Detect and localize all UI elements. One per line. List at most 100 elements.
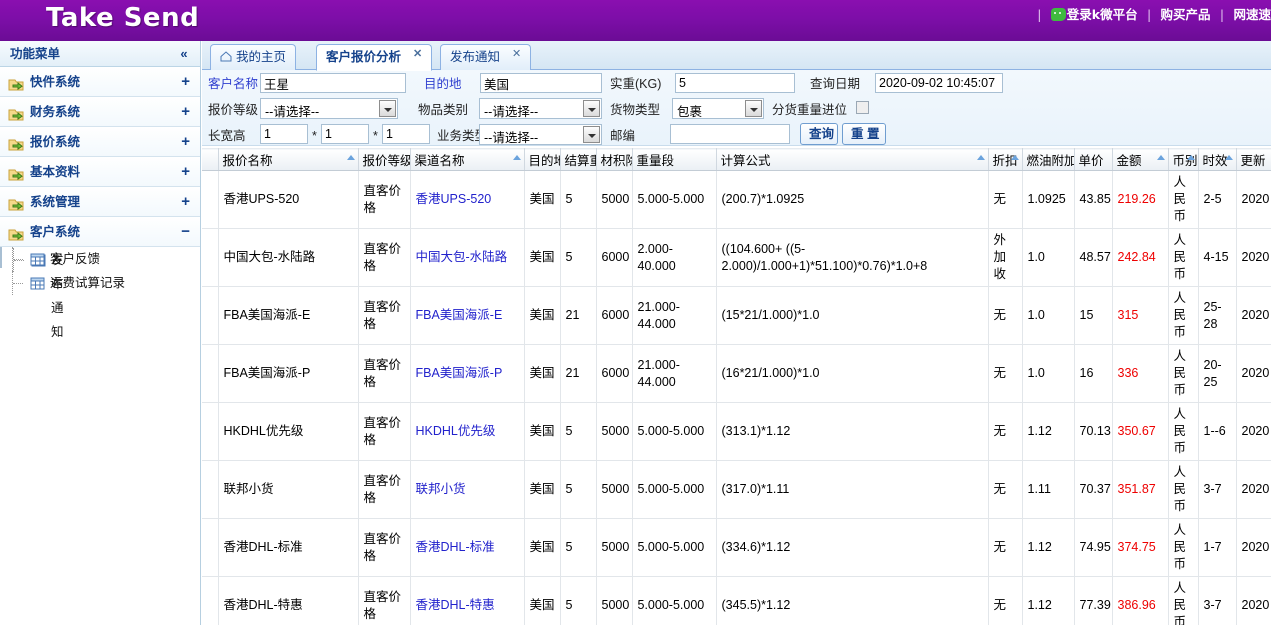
tab-close-icon[interactable]: ✕ bbox=[512, 48, 521, 60]
length-input[interactable] bbox=[260, 124, 308, 144]
cargo-type-select[interactable]: 包裹 bbox=[672, 98, 764, 119]
header-link-buy-product[interactable]: 购买产品 bbox=[1161, 7, 1211, 22]
sidebar-subitem-label: 运费试算记录 bbox=[50, 271, 125, 295]
tab-publish-notice[interactable]: 发布通知 ✕ bbox=[440, 44, 531, 70]
width-input[interactable] bbox=[321, 124, 369, 144]
cell-channel[interactable]: 联邦小货 bbox=[410, 461, 524, 519]
header-link-network-speed[interactable]: 网速速 bbox=[1233, 7, 1271, 22]
destination-input[interactable] bbox=[480, 73, 602, 93]
query-date-input[interactable] bbox=[875, 73, 1003, 93]
table-row[interactable]: HKDHL优先级直客价格HKDHL优先级美国550005.000-5.000(3… bbox=[202, 403, 1271, 461]
sort-asc-icon[interactable] bbox=[513, 155, 521, 160]
col-header-discount[interactable]: 折扣 bbox=[988, 149, 1022, 171]
split-weight-roundup-checkbox[interactable] bbox=[856, 101, 869, 114]
sidebar-item-express-system[interactable]: 快件系统 + bbox=[0, 67, 200, 97]
col-header-weight-range[interactable]: 重量段 bbox=[632, 149, 716, 171]
sidebar-expand-toggle[interactable]: + bbox=[181, 67, 190, 97]
chevron-down-icon[interactable] bbox=[379, 100, 396, 117]
col-header-volumetric-divisor[interactable]: 材积除 bbox=[596, 149, 632, 171]
sidebar-expand-toggle[interactable]: + bbox=[181, 157, 190, 187]
sidebar-collapse-icon[interactable]: « bbox=[176, 41, 192, 67]
sidebar-expand-toggle[interactable]: + bbox=[181, 187, 190, 217]
cell-channel[interactable]: 香港DHL-特惠 bbox=[410, 577, 524, 625]
actual-weight-input[interactable] bbox=[675, 73, 795, 93]
sidebar-subitem-freight-trial-records[interactable]: 运费试算记录 bbox=[0, 271, 200, 295]
table-row[interactable]: 中国大包-水陆路直客价格中国大包-水陆路美国560002.000-40.000(… bbox=[202, 229, 1271, 287]
sidebar-item-quotation-system[interactable]: 报价系统 + bbox=[0, 127, 200, 157]
cell-volume: 6000 bbox=[596, 345, 632, 403]
col-header-channel-name[interactable]: 渠道名称 bbox=[410, 149, 524, 171]
table-row[interactable]: FBA美国海派-P直客价格FBA美国海派-P美国21600021.000-44.… bbox=[202, 345, 1271, 403]
chevron-down-icon[interactable] bbox=[583, 126, 600, 143]
tab-label: 发布通知 bbox=[450, 50, 500, 64]
col-header-formula[interactable]: 计算公式 bbox=[716, 149, 988, 171]
cell-eta: 3-7 bbox=[1198, 577, 1236, 625]
col-header-quote-name[interactable]: 报价名称 bbox=[218, 149, 358, 171]
sidebar-collapse-toggle[interactable]: − bbox=[181, 217, 190, 247]
tab-close-icon[interactable]: ✕ bbox=[413, 48, 422, 60]
cell-channel[interactable]: 中国大包-水陆路 bbox=[410, 229, 524, 287]
table-row[interactable]: FBA美国海派-E直客价格FBA美国海派-E美国21600021.000-44.… bbox=[202, 287, 1271, 345]
sort-asc-icon[interactable] bbox=[1157, 155, 1165, 160]
reset-button[interactable]: 重 置 bbox=[842, 123, 886, 145]
sidebar-item-finance-system[interactable]: 财务系统 + bbox=[0, 97, 200, 127]
header-link-wechat-login[interactable]: 登录k微平台 bbox=[1067, 7, 1138, 22]
cell-channel[interactable]: HKDHL优先级 bbox=[410, 403, 524, 461]
sidebar-item-system-management[interactable]: 系统管理 + bbox=[0, 187, 200, 217]
sort-asc-icon[interactable] bbox=[1225, 155, 1233, 160]
col-header-eta[interactable]: 时效 bbox=[1198, 149, 1236, 171]
cell-updated: 2020 bbox=[1236, 287, 1271, 345]
chevron-down-icon[interactable] bbox=[745, 100, 762, 117]
cell-discount: 无 bbox=[988, 403, 1022, 461]
sidebar-subitem-customer-feedback[interactable]: 客户反馈 bbox=[0, 247, 200, 271]
folder-arrow-icon bbox=[8, 74, 24, 90]
cell-volume: 5000 bbox=[596, 577, 632, 625]
sidebar-expand-toggle[interactable]: + bbox=[181, 97, 190, 127]
col-header-updated[interactable]: 更新 bbox=[1236, 149, 1271, 171]
col-label: 计算公式 bbox=[721, 154, 771, 168]
table-row[interactable]: 香港UPS-520直客价格香港UPS-520美国550005.000-5.000… bbox=[202, 171, 1271, 229]
col-header-fuel-surcharge[interactable]: 燃油附加 bbox=[1022, 149, 1074, 171]
col-header-amount[interactable]: 金额 bbox=[1112, 149, 1168, 171]
cell-channel[interactable]: FBA美国海派-P bbox=[410, 345, 524, 403]
height-input[interactable] bbox=[382, 124, 430, 144]
col-header-settle-weight[interactable]: 结算重 bbox=[560, 149, 596, 171]
col-header-unit-price[interactable]: 单价 bbox=[1074, 149, 1112, 171]
table-row[interactable]: 香港DHL-特惠直客价格香港DHL-特惠美国550005.000-5.000(3… bbox=[202, 577, 1271, 625]
sort-asc-icon[interactable] bbox=[1187, 155, 1195, 160]
sidebar-item-customer-system[interactable]: 客户系统 − bbox=[0, 217, 200, 247]
cell-channel[interactable]: FBA美国海派-E bbox=[410, 287, 524, 345]
sidebar-item-basic-data[interactable]: 基本资料 + bbox=[0, 157, 200, 187]
sort-asc-icon[interactable] bbox=[977, 155, 985, 160]
folder-arrow-icon bbox=[8, 134, 24, 150]
col-header-destination[interactable]: 目的地 bbox=[524, 149, 560, 171]
cell-formula: (313.1)*1.12 bbox=[716, 403, 988, 461]
tab-customer-quote-analysis[interactable]: 客户报价分析✕ bbox=[316, 44, 432, 71]
table-icon bbox=[30, 275, 45, 290]
sidebar-item-label: 报价系统 bbox=[30, 127, 80, 157]
chevron-down-icon[interactable] bbox=[583, 100, 600, 117]
table-row[interactable]: 香港DHL-标准直客价格香港DHL-标准美国550005.000-5.000(3… bbox=[202, 519, 1271, 577]
business-type-select[interactable]: --请选择-- bbox=[479, 124, 602, 145]
sidebar-expand-toggle[interactable]: + bbox=[181, 127, 190, 157]
customer-name-input[interactable] bbox=[260, 73, 406, 93]
cell-name: 香港UPS-520 bbox=[218, 171, 358, 229]
col-header-quote-grade[interactable]: 报价等级 bbox=[358, 149, 410, 171]
col-label: 渠道名称 bbox=[415, 154, 465, 168]
cell-currency: 人民币 bbox=[1168, 287, 1198, 345]
quote-results-grid[interactable]: 报价名称 报价等级 渠道名称 目的地 结算重 材积除 重量段 计算公式 折扣 燃… bbox=[202, 147, 1271, 625]
col-header-currency[interactable]: 币别 bbox=[1168, 149, 1198, 171]
col-label: 单价 bbox=[1079, 154, 1104, 168]
sort-asc-icon[interactable] bbox=[347, 155, 355, 160]
cell-fuel: 1.0 bbox=[1022, 229, 1074, 287]
query-button[interactable]: 查询 bbox=[800, 123, 838, 145]
cell-channel[interactable]: 香港UPS-520 bbox=[410, 171, 524, 229]
table-row[interactable]: 联邦小货直客价格联邦小货美国550005.000-5.000(317.0)*1.… bbox=[202, 461, 1271, 519]
item-category-select[interactable]: --请选择-- bbox=[479, 98, 602, 119]
cell-unit: 70.13 bbox=[1074, 403, 1112, 461]
quote-grade-select[interactable]: --请选择-- bbox=[260, 98, 398, 119]
cell-channel[interactable]: 香港DHL-标准 bbox=[410, 519, 524, 577]
tab-my-homepage[interactable]: 我的主页 bbox=[210, 44, 296, 70]
zipcode-input[interactable] bbox=[670, 124, 790, 144]
sort-asc-icon[interactable] bbox=[1011, 155, 1019, 160]
